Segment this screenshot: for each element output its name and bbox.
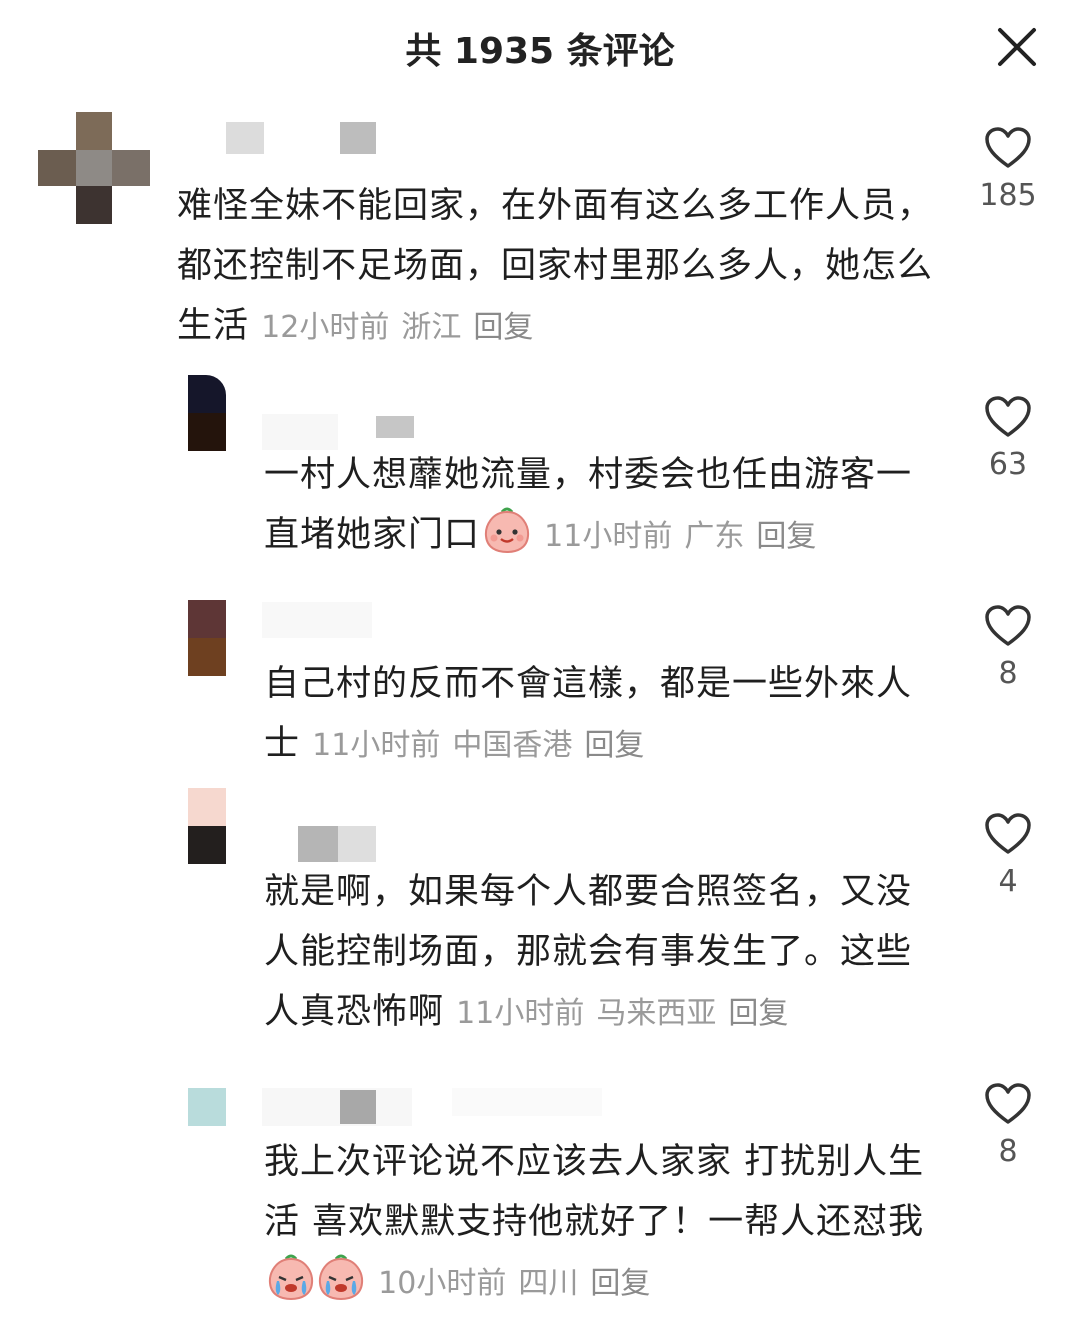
- heart-outline-icon[interactable]: [984, 1082, 1032, 1126]
- like-group: 8: [960, 1082, 1056, 1169]
- reply-button[interactable]: 回复: [756, 519, 816, 554]
- avatar[interactable]: [188, 375, 226, 451]
- reply-button[interactable]: 回复: [473, 310, 533, 345]
- comment-meta: 11小时前 广东 回复: [544, 519, 828, 554]
- close-icon: [998, 28, 1036, 66]
- smiling-peach-emoji: [485, 507, 530, 554]
- like-group: 4: [960, 812, 1056, 899]
- comment-count-title: 共 1935 条评论: [405, 31, 675, 72]
- reply-button[interactable]: 回复: [584, 728, 644, 763]
- username-redacted: [262, 1088, 602, 1128]
- like-group: 8: [960, 604, 1056, 691]
- comment-time: 11小时前: [312, 728, 441, 763]
- comment-meta: 12小时前 浙江 回复: [261, 310, 545, 345]
- heart-outline-icon[interactable]: [984, 812, 1032, 856]
- heart-outline-icon[interactable]: [984, 604, 1032, 648]
- like-count: 8: [998, 1134, 1018, 1169]
- comment-location: 四川: [518, 1266, 579, 1301]
- reply-button[interactable]: 回复: [590, 1266, 650, 1301]
- comment-text: 我上次评论说不应该去人家家 打扰别人生活 喜欢默默支持他就好了！一帮人还怼我: [264, 1142, 925, 1242]
- comment-meta: 10小时前 四川 回复: [378, 1266, 662, 1301]
- comment-location: 广东: [684, 519, 745, 554]
- comments-header: 共 1935 条评论: [0, 0, 1080, 95]
- heart-outline-icon[interactable]: [984, 126, 1032, 170]
- like-group: 185: [960, 126, 1056, 213]
- comment-text-block: 难怪全妹不能回家，在外面有这么多工作人员，都还控制不足场面，回家村里那么多人，她…: [177, 176, 937, 358]
- comment-meta: 11小时前 中国香港 回复: [312, 728, 656, 763]
- like-count: 185: [979, 178, 1037, 213]
- like-count: 63: [988, 447, 1028, 482]
- comment-location: 马来西亚: [596, 996, 717, 1031]
- like-count: 4: [998, 864, 1018, 899]
- comment-text-block: 一村人想蘼她流量，村委会也任由游客一直堵她家门口 11小时前 广东 回复: [264, 445, 944, 567]
- heart-outline-icon[interactable]: [984, 395, 1032, 439]
- comment-time: 12小时前: [261, 310, 390, 345]
- avatar[interactable]: [38, 112, 150, 224]
- username-redacted: [190, 118, 380, 158]
- comment-time: 11小时前: [456, 996, 585, 1031]
- avatar[interactable]: [188, 788, 226, 864]
- reply-button[interactable]: 回复: [728, 996, 788, 1031]
- avatar[interactable]: [188, 1088, 226, 1126]
- comment-location: 浙江: [401, 310, 462, 345]
- like-count: 8: [998, 656, 1018, 691]
- username-redacted: [262, 602, 382, 642]
- crying-peach-emoji: [268, 1254, 364, 1301]
- close-button[interactable]: [992, 22, 1042, 72]
- username-redacted: [262, 824, 422, 864]
- comment-text-block: 自己村的反而不會這樣，都是一些外來人士 11小时前 中国香港 回复: [264, 654, 944, 776]
- comment-meta: 11小时前 马来西亚 回复: [456, 996, 800, 1031]
- comment-text-block: 我上次评论说不应该去人家家 打扰别人生活 喜欢默默支持他就好了！一帮人还怼我 1…: [264, 1132, 944, 1314]
- avatar[interactable]: [188, 600, 226, 676]
- like-group: 63: [960, 395, 1056, 482]
- comment-time: 11小时前: [544, 519, 673, 554]
- comment-text-block: 就是啊，如果每个人都要合照签名，又没人能控制场面，那就会有事发生了。这些人真恐怖…: [264, 862, 944, 1044]
- comment-location: 中国香港: [452, 728, 573, 763]
- comment-time: 10小时前: [378, 1266, 507, 1301]
